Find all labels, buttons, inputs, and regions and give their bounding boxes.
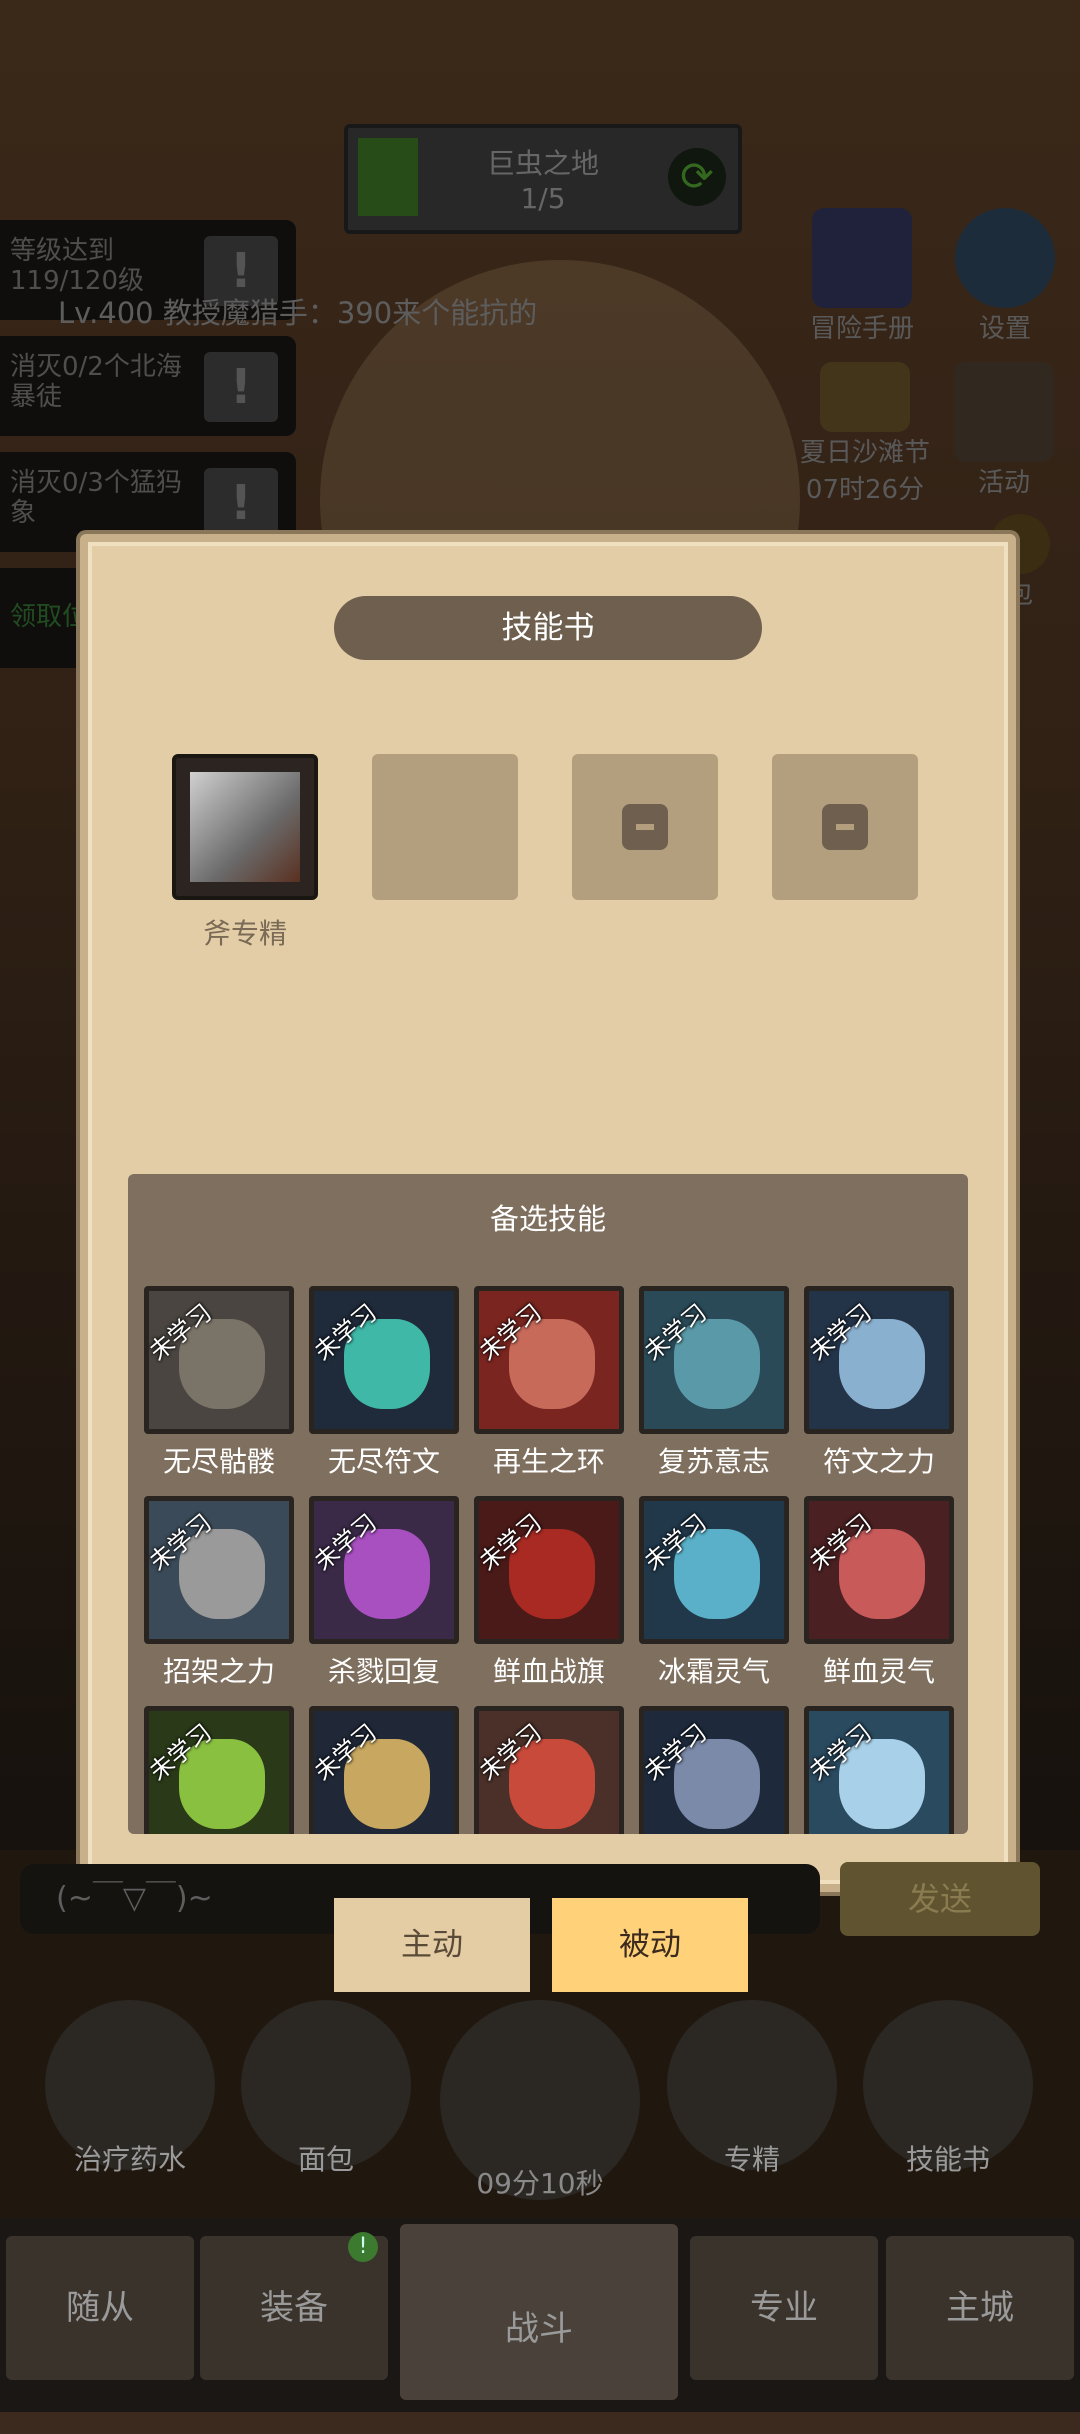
skill-name: 复苏意志	[657, 1445, 770, 1478]
skill-icon: 未学习	[144, 1706, 294, 1834]
skill-icon: 未学习	[144, 1496, 294, 1644]
healing-potion-label: 治疗药水	[73, 2143, 186, 2176]
summer-event-label: 夏日沙滩节	[799, 438, 930, 468]
exclamation-icon: !	[204, 352, 278, 422]
skill-icon: 未学习	[474, 1496, 624, 1644]
skill-name: 招架之力	[162, 1655, 275, 1688]
skill-icon: 未学习	[639, 1706, 789, 1834]
skill-card[interactable]: 未学习 冰霜灵气	[639, 1496, 789, 1688]
healing-potion-button[interactable]: 治疗药水	[40, 2000, 220, 2176]
equipped-skill-name: 斧专精	[202, 917, 287, 950]
nav-battle[interactable]: 战斗	[400, 2224, 678, 2400]
quest-text: 消灭0/2个北海暴徒	[10, 352, 182, 412]
bread-label: 面包	[297, 2143, 354, 2176]
nav-profession[interactable]: 专业	[690, 2236, 878, 2380]
skill-name: 冰霜灵气	[657, 1655, 770, 1688]
skill-icon: 未学习	[804, 1706, 954, 1834]
refresh-icon[interactable]: ⟳	[668, 148, 726, 206]
skill-card[interactable]: 未学习	[144, 1706, 294, 1834]
skill-icon: 未学习	[309, 1496, 459, 1644]
skill-name: 符文之力	[822, 1445, 935, 1478]
skill-name: 再生之环	[492, 1445, 605, 1478]
skill-icon: 未学习	[474, 1286, 624, 1434]
exclamation-icon: !	[204, 468, 278, 538]
gear-icon	[955, 208, 1055, 308]
bread-button[interactable]: 面包	[236, 2000, 416, 2176]
skill-book-label: 技能书	[905, 2143, 990, 2176]
tab-passive-skills[interactable]: 被动	[552, 1898, 748, 1992]
hat-icon	[820, 362, 910, 432]
skill-name: 鲜血灵气	[822, 1655, 935, 1688]
locked-skill-slot[interactable]	[772, 754, 918, 900]
skill-name: 杀戮回复	[327, 1655, 440, 1688]
skill-card[interactable]: 未学习 复苏意志	[639, 1286, 789, 1478]
nav-main-city[interactable]: 主城	[886, 2236, 1074, 2380]
settings-label: 设置	[978, 314, 1031, 344]
skill-icon: 未学习	[309, 1286, 459, 1434]
skill-card[interactable]: 未学习 鲜血战旗	[474, 1496, 624, 1688]
nav-followers[interactable]: 随从	[6, 2236, 194, 2380]
skill-icon: 未学习	[804, 1286, 954, 1434]
activity-label: 活动	[977, 468, 1030, 498]
skill-card[interactable]: 未学习 杀戮回复	[309, 1496, 459, 1688]
skill-book-button[interactable]: 技能书	[858, 2000, 1038, 2176]
quest-text: 消灭0/3个猛犸象	[10, 468, 182, 528]
settings-button[interactable]: 设置	[950, 208, 1060, 345]
skill-icon: 未学习	[639, 1286, 789, 1434]
skill-card[interactable]: 未学习 再生之环	[474, 1286, 624, 1478]
skill-card[interactable]: 未学习 符文之力	[804, 1286, 954, 1478]
locked-skill-slot[interactable]	[572, 754, 718, 900]
adventure-manual-button[interactable]: 冒险手册	[800, 208, 924, 345]
activity-button[interactable]: 活动	[944, 362, 1064, 499]
broadcast-ticker: Lv.400 教授魔猎手：390来个能抗的	[58, 296, 538, 330]
skill-card[interactable]: 未学习	[474, 1706, 624, 1834]
lock-icon	[622, 804, 668, 850]
mastery-label: 专精	[723, 2143, 780, 2176]
dialog-title: 技能书	[334, 596, 762, 660]
skill-icon: 未学习	[309, 1706, 459, 1834]
skill-card[interactable]: 未学习 无尽骷髅	[144, 1286, 294, 1478]
mastery-button[interactable]: 专精	[662, 2000, 842, 2176]
skill-card[interactable]: 未学习 招架之力	[144, 1496, 294, 1688]
skill-icon: 未学习	[804, 1496, 954, 1644]
skill-card[interactable]: 未学习 无尽符文	[309, 1286, 459, 1478]
skill-icon: 未学习	[474, 1706, 624, 1834]
skill-name: 无尽骷髅	[162, 1445, 275, 1478]
skill-book-dialog: 技能书 斧专精 备选技能 未学习 无尽骷髅 未学习 无尽符文 未学习 再生之环 未学习 复苏意…	[80, 534, 1016, 1892]
skill-card[interactable]: 未学习 鲜血灵气	[804, 1496, 954, 1688]
summer-event-button[interactable]: 夏日沙滩节 07时26分	[780, 362, 950, 506]
skill-name: 鲜血战旗	[492, 1655, 605, 1688]
chest-timer: 09分10秒	[476, 2167, 604, 2200]
tab-active-skills[interactable]: 主动	[334, 1898, 530, 1992]
empty-skill-slot[interactable]	[372, 754, 518, 900]
skill-pool-title: 备选技能	[489, 1202, 606, 1236]
scroll-icon	[954, 362, 1054, 462]
skill-card[interactable]: 未学习	[804, 1706, 954, 1834]
skill-name: 无尽符文	[327, 1445, 440, 1478]
adventure-manual-label: 冒险手册	[809, 314, 914, 344]
summer-event-timer: 07时26分	[805, 475, 925, 505]
skill-card[interactable]: 未学习	[639, 1706, 789, 1834]
quest-item[interactable]: 消灭0/2个北海暴徒 !	[0, 336, 296, 436]
lock-icon	[822, 804, 868, 850]
notification-badge: !	[348, 2232, 378, 2262]
equipped-skill-slot[interactable]	[172, 754, 318, 900]
quest-text: 等级达到119/120级	[10, 236, 145, 296]
skill-card[interactable]: 未学习	[309, 1706, 459, 1834]
send-button[interactable]: 发送	[840, 1862, 1040, 1936]
skill-pool: 备选技能 未学习 无尽骷髅 未学习 无尽符文 未学习 再生之环 未学习 复苏意志 未学习 符文之力…	[128, 1174, 968, 1834]
axe-mastery-icon	[190, 772, 300, 882]
book-icon	[812, 208, 912, 308]
skill-icon: 未学习	[144, 1286, 294, 1434]
stage-progress[interactable]: 巨虫之地 1/5 ⟳	[344, 124, 742, 234]
skill-icon: 未学习	[639, 1496, 789, 1644]
